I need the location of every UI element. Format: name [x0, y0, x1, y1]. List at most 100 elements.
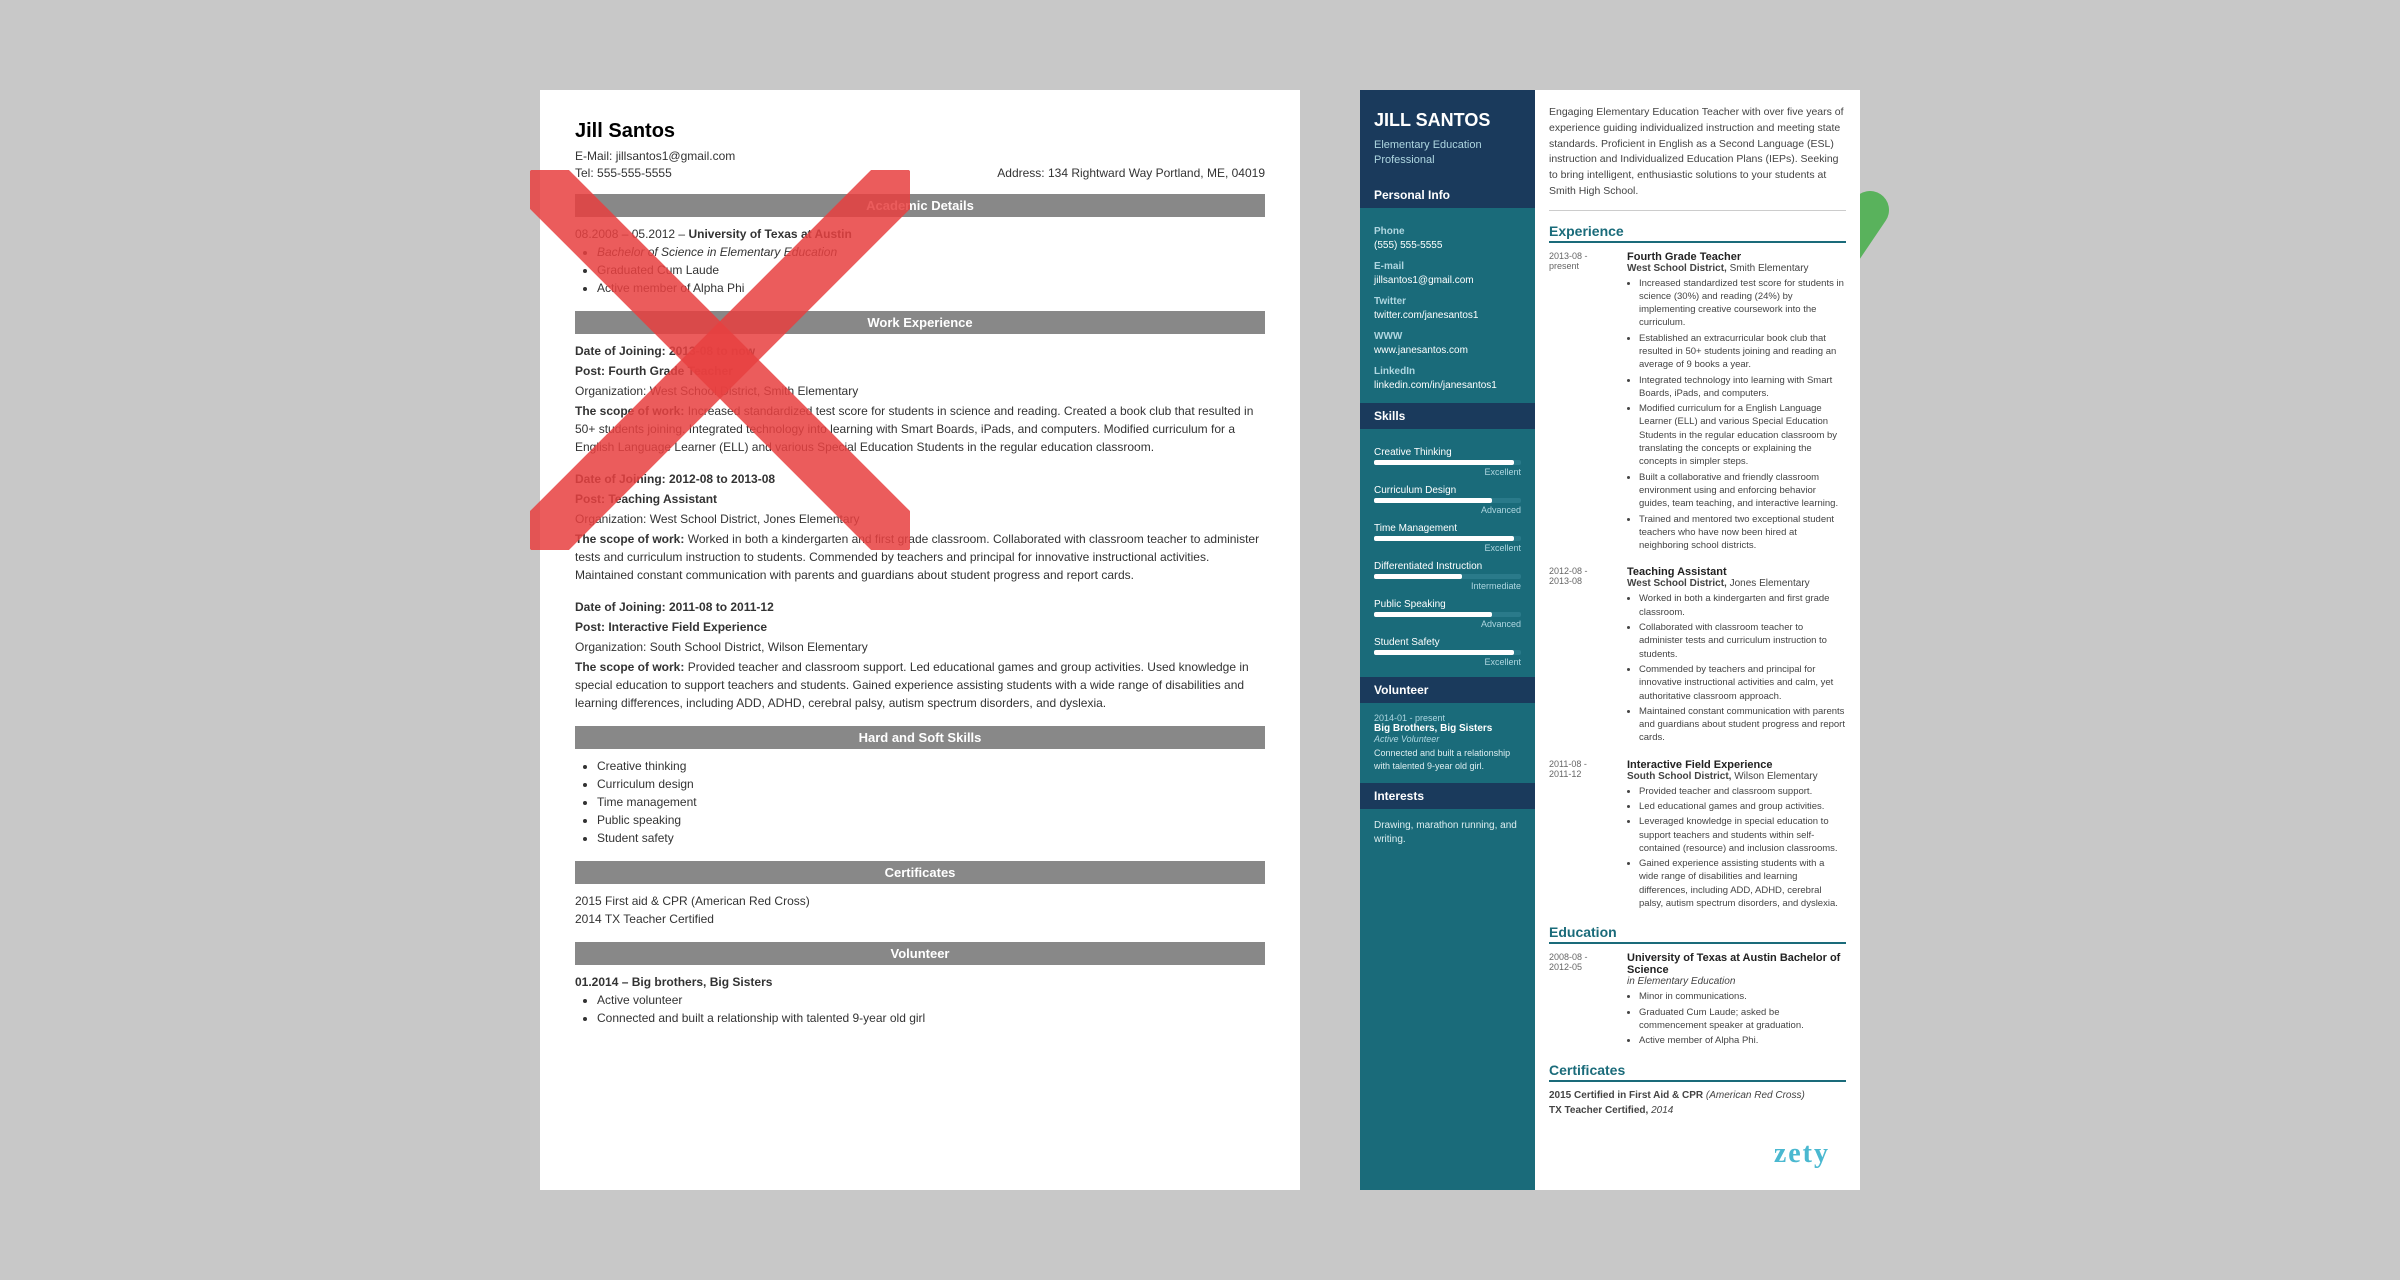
- skill-item-0: Creative Thinking Excellent: [1374, 447, 1521, 477]
- edu-bullets-0: Minor in communications.Graduated Cum La…: [1639, 990, 1846, 1047]
- exp-bullets-2: Provided teacher and classroom support. L…: [1639, 785, 1846, 911]
- work-3-date: Date of Joining: 2011-08 to 2011-12: [575, 598, 1265, 616]
- exp-title-0: Fourth Grade Teacher: [1627, 251, 1846, 263]
- right-name: JILL SANTOS: [1374, 110, 1521, 132]
- work-1-org: Organization: West School District, Smit…: [575, 382, 1265, 400]
- edu-bullet: Active member of Alpha Phi.: [1639, 1034, 1846, 1047]
- exp-content-1: Teaching Assistant West School District,…: [1627, 566, 1846, 744]
- volunteer-bullets: Active volunteer Connected and built a r…: [597, 991, 1265, 1027]
- exp-bullet: Gained experience assisting students wit…: [1639, 857, 1846, 910]
- work-section-header: Work Experience: [575, 311, 1265, 334]
- skill-item-5: Student Safety Excellent: [1374, 637, 1521, 667]
- education-title: Education: [1549, 924, 1846, 944]
- right-main: Engaging Elementary Education Teacher wi…: [1535, 90, 1860, 1135]
- volunteer-bullet-1: Active volunteer: [597, 991, 1265, 1009]
- volunteer-date-right: 2014-01 - present: [1374, 713, 1521, 723]
- exp-content-2: Interactive Field Experience South Schoo…: [1627, 759, 1846, 911]
- skills-section-right: Creative Thinking Excellent Curriculum D…: [1360, 429, 1535, 677]
- exp-bullet: Provided teacher and classroom support.: [1639, 785, 1846, 798]
- exp-title-2: Interactive Field Experience: [1627, 759, 1846, 771]
- volunteer-bullet-right-1: Connected and built a relationship with …: [1374, 747, 1521, 772]
- academic-dates: 08.2008 – 05.2012 – University of Texas …: [575, 225, 1265, 243]
- email-value-right: jillsantos1@gmail.com: [1374, 274, 1521, 288]
- personal-info-block: Phone (555) 555-5555 E-mail jillsantos1@…: [1360, 208, 1535, 403]
- volunteer-org-right: Big Brothers, Big Sisters: [1374, 723, 1521, 734]
- email-value: jillsantos1@gmail.com: [616, 149, 736, 163]
- academic-section-header: Academic Details: [575, 194, 1265, 217]
- interests-title-right: Interests: [1360, 783, 1535, 809]
- skill-bar-fill-0: [1374, 460, 1514, 465]
- volunteer-section-header: Volunteer: [575, 942, 1265, 965]
- linkedin-value: linkedin.com/in/janesantos1: [1374, 379, 1521, 393]
- edu-content-0: University of Texas at Austin Bachelor o…: [1627, 952, 1846, 1047]
- work-entry-2: Date of Joining: 2012-08 to 2013-08 Post…: [575, 470, 1265, 584]
- skill-bar-bg-5: [1374, 650, 1521, 655]
- skill-level-1: Advanced: [1374, 505, 1521, 515]
- email-label: E-Mail:: [575, 149, 612, 163]
- certs-section-header: Certificates: [575, 861, 1265, 884]
- interests-text: Drawing, marathon running, and writing.: [1374, 819, 1521, 847]
- experience-list: 2013-08 -present Fourth Grade Teacher We…: [1549, 251, 1846, 913]
- left-email-row: E-Mail: jillsantos1@gmail.com: [575, 147, 1265, 166]
- exp-bullet: Leveraged knowledge in special education…: [1639, 815, 1846, 855]
- exp-bullets-0: Increased standardized test score for st…: [1639, 277, 1846, 553]
- work-2-org: Organization: West School District, Jone…: [575, 510, 1265, 528]
- skill-bar-fill-4: [1374, 612, 1492, 617]
- zety-watermark: zety: [1774, 1138, 1830, 1170]
- skill-bar-fill-2: [1374, 536, 1514, 541]
- sidebar-header: JILL SANTOS Elementary Education Profess…: [1360, 90, 1535, 182]
- exp-org-2: South School District, Wilson Elementary: [1627, 771, 1846, 782]
- www-value: www.janesantos.com: [1374, 344, 1521, 358]
- exp-bullet: Collaborated with classroom teacher to a…: [1639, 621, 1846, 661]
- right-resume-wrapper: JILL SANTOS Elementary Education Profess…: [1360, 90, 1860, 1190]
- edu-title-0: University of Texas at Austin Bachelor o…: [1627, 952, 1846, 976]
- skill-level-3: Intermediate: [1374, 581, 1521, 591]
- cert-entry-0: 2015 Certified in First Aid & CPR (Ameri…: [1549, 1090, 1846, 1101]
- exp-bullets-1: Worked in both a kindergarten and first …: [1639, 592, 1846, 744]
- exp-org-1: West School District, Jones Elementary: [1627, 578, 1846, 589]
- linkedin-label: LinkedIn: [1374, 366, 1521, 377]
- exp-date-0: 2013-08 -present: [1549, 251, 1619, 271]
- skill-name-0: Creative Thinking: [1374, 447, 1521, 458]
- skill-name-2: Time Management: [1374, 523, 1521, 534]
- exp-bullet: Maintained constant communication with p…: [1639, 705, 1846, 745]
- work-entry-1: Date of Joining: 2013-08 to now Post: Fo…: [575, 342, 1265, 456]
- exp-bullet: Increased standardized test score for st…: [1639, 277, 1846, 330]
- www-label: WWW: [1374, 331, 1521, 342]
- exp-bullet: Modified curriculum for a English Langua…: [1639, 402, 1846, 468]
- academic-content: 08.2008 – 05.2012 – University of Texas …: [575, 225, 1265, 297]
- skill-level-4: Advanced: [1374, 619, 1521, 629]
- exp-org-0: West School District, Smith Elementary: [1627, 263, 1846, 274]
- volunteer-role-right: Active Volunteer: [1374, 734, 1521, 744]
- right-title: Elementary Education Professional: [1374, 138, 1521, 169]
- edu-date-0: 2008-08 -2012-05: [1549, 952, 1619, 972]
- work-2-post: Post: Teaching Assistant: [575, 490, 1265, 508]
- skill-item-1: Curriculum Design Advanced: [1374, 485, 1521, 515]
- exp-bullet: Worked in both a kindergarten and first …: [1639, 592, 1846, 619]
- certificates-list: 2015 Certified in First Aid & CPR (Ameri…: [1549, 1090, 1846, 1116]
- volunteer-bullet-2: Connected and built a relationship with …: [597, 1009, 1265, 1027]
- skill-level-5: Excellent: [1374, 657, 1521, 667]
- skills-section-header: Hard and Soft Skills: [575, 726, 1265, 749]
- cert-2: 2014 TX Teacher Certified: [575, 910, 1265, 928]
- work-1-post: Post: Fourth Grade Teacher: [575, 362, 1265, 380]
- skill-name-4: Public Speaking: [1374, 599, 1521, 610]
- edu-bullet: Minor in communications.: [1639, 990, 1846, 1003]
- summary-block: Engaging Elementary Education Teacher wi…: [1549, 105, 1846, 211]
- exp-title-1: Teaching Assistant: [1627, 566, 1846, 578]
- academic-bullets: Bachelor of Science in Elementary Educat…: [597, 243, 1265, 297]
- resume-left: Jill Santos E-Mail: jillsantos1@gmail.co…: [540, 90, 1300, 1190]
- skill-4: Public speaking: [597, 811, 1265, 829]
- exp-entry-0: 2013-08 -present Fourth Grade Teacher We…: [1549, 251, 1846, 555]
- academic-bullet-1: Bachelor of Science in Elementary Educat…: [597, 243, 1265, 261]
- volunteer-section-right: 2014-01 - present Big Brothers, Big Sist…: [1360, 703, 1535, 782]
- left-name: Jill Santos: [575, 120, 1265, 143]
- main-container: Jill Santos E-Mail: jillsantos1@gmail.co…: [500, 50, 1900, 1230]
- exp-bullet: Led educational games and group activiti…: [1639, 800, 1846, 813]
- skill-level-2: Excellent: [1374, 543, 1521, 553]
- skill-name-5: Student Safety: [1374, 637, 1521, 648]
- skill-name-1: Curriculum Design: [1374, 485, 1521, 496]
- academic-bullet-3: Active member of Alpha Phi: [597, 279, 1265, 297]
- phone-label: Phone: [1374, 226, 1521, 237]
- skill-bar-fill-3: [1374, 574, 1462, 579]
